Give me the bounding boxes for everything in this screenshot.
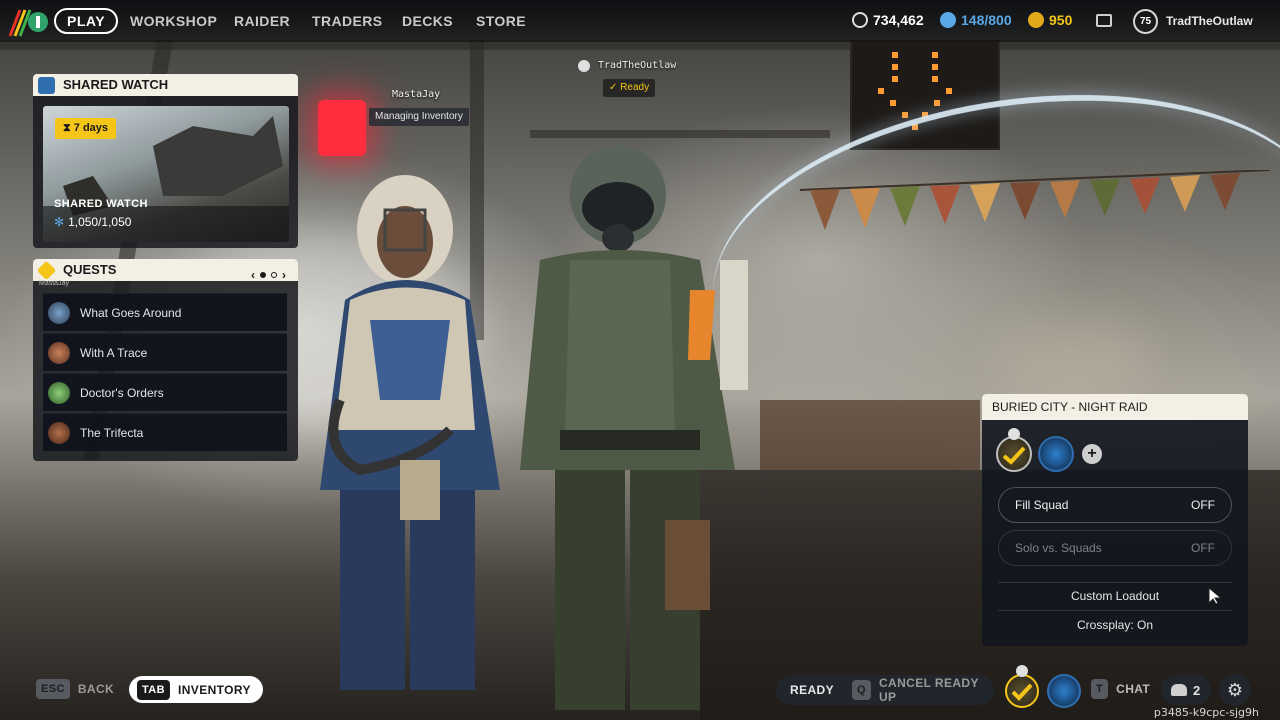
t-key-hint: T: [1091, 679, 1109, 699]
nav-traders-tab[interactable]: TRADERS: [312, 13, 382, 29]
crown-icon: [1008, 428, 1020, 440]
teammate-left-status: Managing Inventory: [369, 108, 469, 126]
party-users-icon: [1171, 684, 1187, 696]
quest-item[interactable]: What Goes Around: [43, 293, 287, 331]
quest-pager: ‹ ›: [251, 264, 286, 286]
player-username[interactable]: TradTheOutlaw: [1166, 14, 1253, 28]
esc-key-hint: ESC: [36, 679, 70, 699]
teammate-left-name: MastaJay: [392, 89, 441, 100]
squad-member-avatar[interactable]: [1038, 436, 1074, 472]
quests-header: QUESTS ‹ ›: [33, 259, 298, 282]
custom-loadout-button[interactable]: Custom Loadout: [998, 589, 1232, 603]
quest-item[interactable]: With A Trace: [43, 333, 287, 371]
hourglass-icon: ⧗: [63, 122, 74, 134]
chevron-right-icon[interactable]: ›: [282, 264, 286, 286]
quest-giver-avatar: [48, 421, 70, 444]
gear-icon: [38, 77, 55, 94]
inventory-button[interactable]: TAB INVENTORY: [129, 676, 263, 703]
red-signal-light: [318, 100, 366, 156]
party-button[interactable]: 2: [1161, 675, 1211, 705]
nav-raider-tab[interactable]: RAIDER: [234, 13, 290, 29]
ready-self-avatar[interactable]: [1005, 674, 1039, 708]
settings-gear-button[interactable]: ⚙: [1219, 674, 1251, 706]
divider: [998, 582, 1232, 583]
add-squad-member-icon[interactable]: +: [1082, 444, 1102, 464]
raid-map-title: BURIED CITY - NIGHT RAID: [982, 394, 1248, 420]
gear-icon: ⚙: [1226, 679, 1244, 700]
quest-item[interactable]: Doctor's Orders: [43, 373, 287, 411]
watch-card-title: SHARED WATCH: [54, 198, 148, 210]
top-navigation-bar: PLAY WORKSHOP RAIDER TRADERS DECKS STORE…: [0, 0, 1280, 42]
quests-title: QUESTS: [63, 262, 117, 277]
mouse-cursor-icon: [1208, 586, 1223, 610]
fill-squad-toggle[interactable]: Fill Squad OFF: [998, 487, 1232, 523]
credits-balance[interactable]: 950: [1028, 12, 1072, 28]
shared-watch-header: SHARED WATCH: [33, 74, 298, 96]
back-button[interactable]: ESC BACK: [36, 679, 114, 699]
quest-giver-avatar: [48, 341, 70, 364]
teammate-right-name: TradTheOutlaw: [598, 60, 677, 71]
shared-watch-image: ⧗ 7 days SHARED WATCH ✻ 1,050/1,050: [43, 106, 289, 242]
nav-play-tab[interactable]: PLAY: [54, 8, 119, 34]
coin-icon: [852, 12, 868, 28]
crossplay-setting[interactable]: Crossplay: On: [998, 618, 1232, 632]
ready-status-bar[interactable]: READY Q CANCEL READY UP: [776, 675, 994, 705]
nav-decks-tab[interactable]: DECKS: [402, 13, 453, 29]
quests-small-tag: MastaJay: [39, 280, 69, 287]
quest-item[interactable]: The Trifecta: [43, 413, 287, 451]
teammate-right-status: ✓ Ready: [603, 79, 656, 97]
page-dot-active[interactable]: [260, 272, 266, 278]
chevron-left-icon[interactable]: ‹: [251, 264, 255, 286]
pennant-flags: [800, 170, 1270, 230]
quest-giver-avatar: [48, 381, 70, 404]
watch-progress: ✻ 1,050/1,050: [54, 215, 132, 229]
watch-duration-badge: ⧗ 7 days: [55, 118, 117, 139]
check-icon: ✓: [609, 82, 621, 93]
raider-character-right: [520, 145, 748, 710]
shared-watch-title: SHARED WATCH: [63, 77, 169, 92]
q-key-hint: Q: [852, 680, 871, 700]
ready-label: READY: [790, 683, 835, 697]
nav-workshop-tab[interactable]: WORKSHOP: [130, 13, 217, 29]
ready-teammate-avatar[interactable]: [1047, 674, 1081, 708]
quest-diamond-icon: [36, 260, 57, 281]
solo-vs-squads-toggle[interactable]: Solo vs. Squads OFF: [998, 530, 1232, 566]
session-id: p3485-k9cpc-sjg9h: [1153, 706, 1259, 719]
crown-icon: [1016, 665, 1028, 677]
game-logo-icon[interactable]: [8, 6, 50, 38]
page-dot[interactable]: [271, 272, 277, 278]
ticket-icon: [940, 12, 956, 28]
credits-icon: [1028, 12, 1044, 28]
player-level-badge: 75: [1133, 9, 1158, 34]
crown-icon: [578, 60, 590, 72]
coins-balance[interactable]: 734,462: [852, 12, 924, 28]
quests-panel: QUESTS ‹ › MastaJay What Goes Around Wit…: [33, 259, 298, 461]
tickets-balance[interactable]: 148/800: [940, 12, 1012, 28]
mail-icon[interactable]: [1096, 14, 1112, 27]
chat-button[interactable]: T CHAT: [1091, 679, 1150, 699]
quest-giver-avatar: [48, 301, 70, 324]
cancel-ready-button[interactable]: Q CANCEL READY UP: [852, 676, 980, 704]
nav-store-tab[interactable]: STORE: [476, 13, 526, 29]
tab-key-hint: TAB: [137, 679, 170, 700]
divider: [998, 610, 1232, 611]
gear-small-icon: ✻: [54, 215, 65, 229]
shared-watch-panel[interactable]: SHARED WATCH ⧗ 7 days SHARED WATCH ✻ 1,0…: [33, 74, 298, 248]
squad-member-self-avatar[interactable]: [996, 436, 1032, 472]
